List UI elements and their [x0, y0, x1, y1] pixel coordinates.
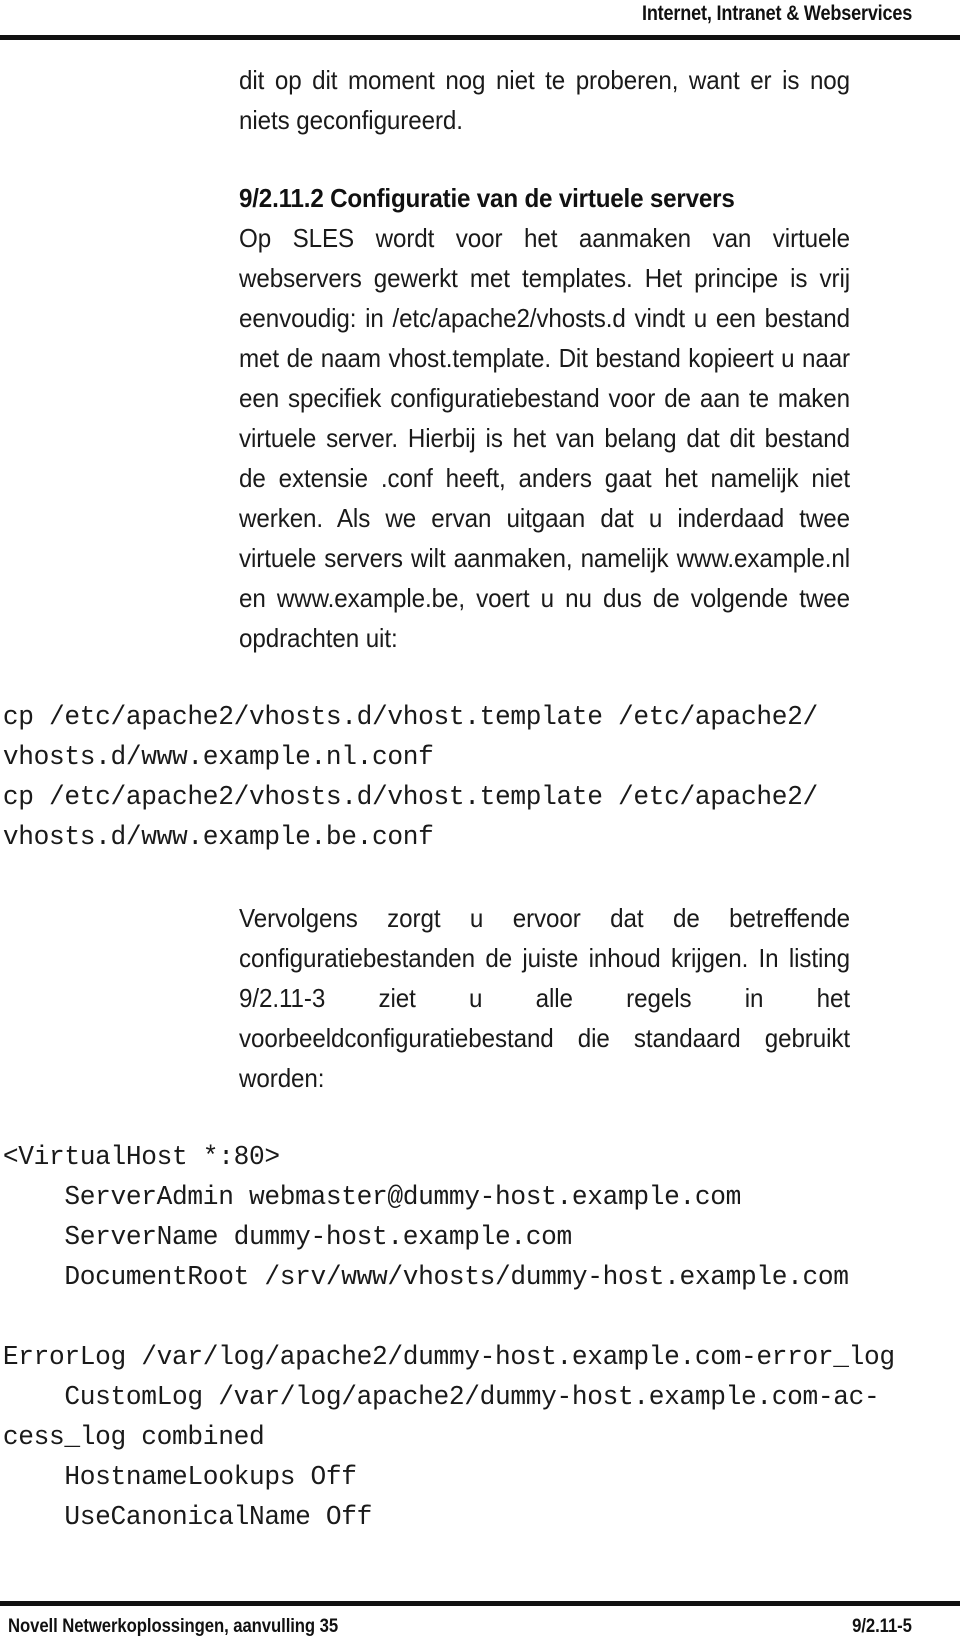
code-line: vhosts.d/www.example.nl.conf: [2, 743, 434, 773]
footer-divider-rule: [0, 1600, 960, 1606]
footer-page-number: 9/2.11-5: [852, 1616, 912, 1637]
code-line: HostnameLookups Off: [2, 1463, 357, 1493]
page-content: dit op dit moment nog niet te proberen, …: [0, 60, 960, 1538]
code-line: <VirtualHost *:80>: [2, 1143, 280, 1173]
code-line: ServerName dummy-host.example.com: [2, 1223, 572, 1253]
header-divider-rule: [0, 34, 960, 40]
page-footer: Novell Netwerkoplossingen, aanvulling 35…: [0, 1610, 960, 1644]
section-heading: 9/2.11.2 Configuratie van de virtuele se…: [239, 183, 735, 213]
listing-block-virtualhost: <VirtualHost *:80> ServerAdmin webmaster…: [0, 1138, 931, 1298]
body-paragraph-2: Vervolgens zorgt u ervoor dat de betreff…: [239, 903, 851, 1093]
code-line: cp /etc/apache2/vhosts.d/vhost.template …: [2, 783, 818, 813]
footer-publication-label: Novell Netwerkoplossingen, aanvulling 35: [8, 1616, 339, 1637]
intro-paragraph: dit op dit moment nog niet te proberen, …: [239, 65, 851, 135]
code-line: ServerAdmin webmaster@dummy-host.example…: [2, 1183, 742, 1213]
code-line: cess_log combined: [2, 1423, 265, 1453]
code-line: vhosts.d/www.example.be.conf: [2, 823, 434, 853]
command-block: cp /etc/apache2/vhosts.d/vhost.template …: [0, 698, 931, 858]
listing-block-logs: ErrorLog /var/log/apache2/dummy-host.exa…: [0, 1338, 931, 1538]
code-line: ErrorLog /var/log/apache2/dummy-host.exa…: [2, 1343, 895, 1373]
header-title: Internet, Intranet & Webservices: [641, 2, 912, 25]
body-paragraph-1: Op SLES wordt voor het aanmaken van virt…: [239, 223, 851, 653]
code-line: cp /etc/apache2/vhosts.d/vhost.template …: [2, 703, 818, 733]
code-line: DocumentRoot /srv/www/vhosts/dummy-host.…: [2, 1263, 849, 1293]
code-line: CustomLog /var/log/apache2/dummy-host.ex…: [2, 1383, 880, 1413]
code-line: UseCanonicalName Off: [2, 1503, 372, 1533]
